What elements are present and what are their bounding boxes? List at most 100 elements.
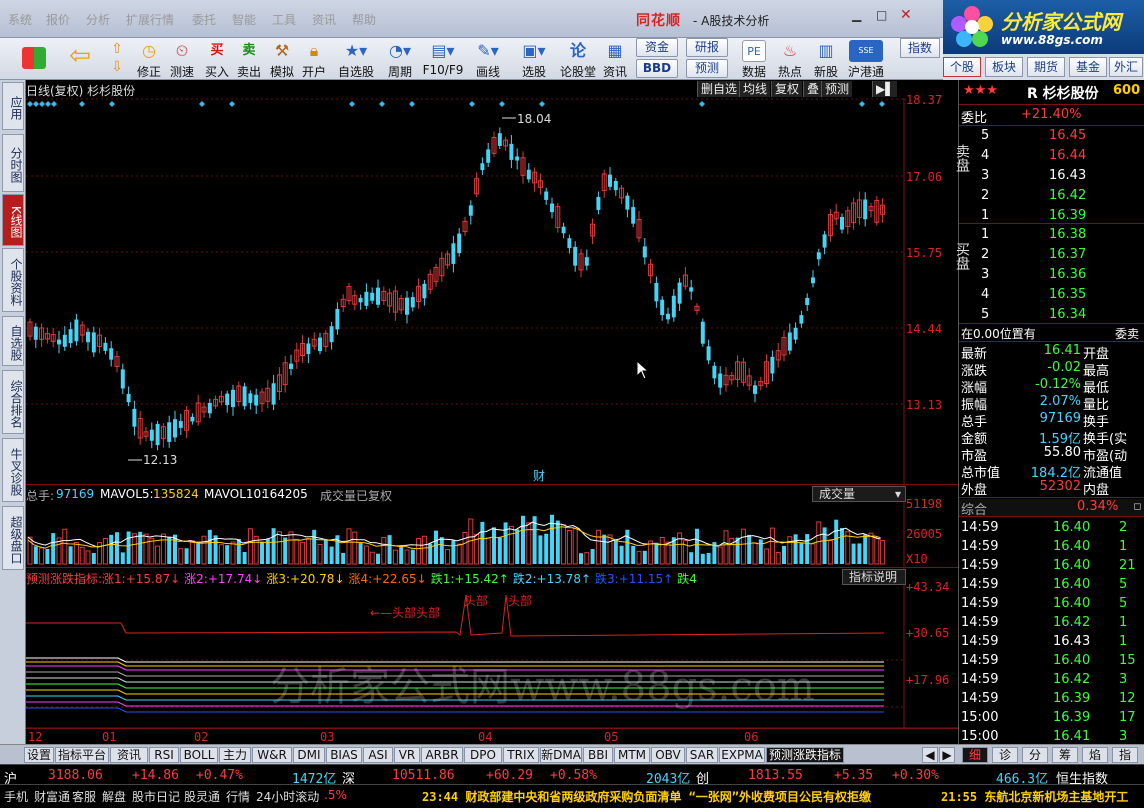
draw-button[interactable]: ✎▾ 画线 bbox=[468, 39, 508, 79]
indicator-tab-14[interactable]: TRIX bbox=[503, 747, 539, 763]
buy-level-4[interactable]: 4 16.35 bbox=[959, 287, 1144, 306]
sell-level-3[interactable]: 3 16.43 bbox=[959, 168, 1144, 187]
stock-picker-button[interactable]: ▣▾ 选股 bbox=[512, 39, 556, 79]
forex-tab[interactable]: 外汇 bbox=[1109, 57, 1143, 77]
sell-level-5[interactable]: 5 16.45 bbox=[959, 128, 1144, 147]
status-link-4[interactable]: 解盘 bbox=[102, 788, 126, 805]
indicator-tab-20[interactable]: EXPMA bbox=[719, 747, 765, 763]
volume-dropdown[interactable]: 成交量 ▾ bbox=[812, 486, 906, 502]
menu-info[interactable]: 资讯 bbox=[312, 11, 336, 28]
sidebar-tab-profile[interactable]: 个股资料 bbox=[2, 248, 24, 312]
new-stock-button[interactable]: ▥ 新股 bbox=[810, 39, 842, 79]
open-account-button[interactable]: 🔒︎ 开户 bbox=[298, 39, 330, 79]
menu-system[interactable]: 系统 bbox=[8, 11, 32, 28]
buy-level-1[interactable]: 1 16.38 bbox=[959, 227, 1144, 246]
minimize-icon[interactable]: ▁ bbox=[852, 8, 861, 22]
buy-button[interactable]: 买买入 bbox=[202, 39, 232, 79]
stock-tab[interactable]: 个股 bbox=[943, 57, 981, 77]
news-ticker-1[interactable]: 23:44 财政部建中央和省两级政府采购负面清单 “一张网”外收费项目公民有权拒… bbox=[422, 788, 871, 805]
hk-connect-button[interactable]: SSE HKE 沪港通 bbox=[846, 39, 886, 79]
indicator-tab-8[interactable]: DMI bbox=[293, 747, 325, 763]
indicator-tab-11[interactable]: VR bbox=[394, 747, 420, 763]
panel-tab-2[interactable]: 诊 bbox=[992, 747, 1018, 763]
indicator-tab-2[interactable]: 指标平台 bbox=[55, 747, 109, 763]
indicator-tab-6[interactable]: 主力 bbox=[219, 747, 251, 763]
sidebar-tab-intraday[interactable]: 分时图 bbox=[2, 134, 24, 192]
menu-trade[interactable]: 委托 bbox=[192, 11, 216, 28]
indicator-tab-3[interactable]: 资讯 bbox=[110, 747, 148, 763]
news-ticker-2[interactable]: 21:55 东航北京新机场主基地开工 bbox=[941, 788, 1129, 805]
sector-tab[interactable]: 板块 bbox=[985, 57, 1023, 77]
menu-tools[interactable]: 工具 bbox=[272, 11, 296, 28]
sell-button[interactable]: 卖卖出 bbox=[234, 39, 264, 79]
indicator-tab-21[interactable]: 预测涨跌指标 bbox=[766, 747, 844, 763]
watchlist-button[interactable]: ★▾ 自选股 bbox=[334, 39, 378, 79]
panel-tab-4[interactable]: 筹 bbox=[1052, 747, 1078, 763]
forecast-button[interactable]: 预测 bbox=[686, 59, 728, 78]
ad-banner[interactable]: 分析家公式网 www.88gs.com bbox=[943, 0, 1144, 54]
menu-quote[interactable]: 报价 bbox=[46, 11, 70, 28]
indicator-tab-17[interactable]: MTM bbox=[614, 747, 650, 763]
maximize-icon[interactable]: □ bbox=[876, 8, 887, 22]
indicator-tab-13[interactable]: DPO bbox=[464, 747, 502, 763]
panel-tab-1[interactable]: 细 bbox=[962, 747, 988, 763]
indicator-help-dropdown[interactable]: 指标说明 bbox=[842, 569, 906, 585]
index-button[interactable]: 指数 bbox=[900, 38, 940, 58]
indicator-tab-18[interactable]: OBV bbox=[651, 747, 685, 763]
buy-level-2[interactable]: 2 16.37 bbox=[959, 247, 1144, 266]
sell-level-1[interactable]: 1 16.39 bbox=[959, 208, 1144, 227]
sell-level-2[interactable]: 2 16.42 bbox=[959, 188, 1144, 207]
kline-chart[interactable] bbox=[26, 80, 958, 744]
f10-button[interactable]: ▤▾ F10/F9 bbox=[422, 39, 464, 79]
speed-test-button[interactable]: ⏲ 测速 bbox=[166, 39, 198, 79]
status-link-8[interactable]: 24小时滚动 bbox=[256, 788, 319, 805]
status-link-9[interactable]: .5% bbox=[324, 788, 347, 802]
indicator-tab-7[interactable]: W&R bbox=[252, 747, 292, 763]
buy-level-3[interactable]: 3 16.36 bbox=[959, 267, 1144, 286]
up-down-button[interactable]: ⇧ ⇩ bbox=[104, 39, 130, 79]
indicator-tab-12[interactable]: ARBR bbox=[421, 747, 463, 763]
panel-tab-3[interactable]: 分 bbox=[1022, 747, 1048, 763]
status-link-6[interactable]: 股灵通 bbox=[184, 788, 220, 805]
menu-analysis[interactable]: 分析 bbox=[86, 11, 110, 28]
sidebar-tab-ranking[interactable]: 综合排名 bbox=[2, 370, 24, 434]
close-icon[interactable]: ✕ bbox=[900, 7, 912, 23]
panel-tab-6[interactable]: 指 bbox=[1112, 747, 1138, 763]
futures-tab[interactable]: 期货 bbox=[1027, 57, 1065, 77]
forum-button[interactable]: 论论股堂 bbox=[558, 39, 598, 79]
news-button[interactable]: ▦ 资讯 bbox=[600, 39, 630, 79]
finance-marker[interactable]: 财 bbox=[533, 467, 545, 484]
indicator-tab-4[interactable]: RSI bbox=[149, 747, 179, 763]
status-link-7[interactable]: 行情 bbox=[226, 788, 250, 805]
bbd-button[interactable]: BBD bbox=[636, 59, 678, 78]
hotspot-button[interactable]: ♨ 热点 bbox=[774, 39, 806, 79]
status-link-5[interactable]: 股市日记 bbox=[132, 788, 180, 805]
status-link-2[interactable]: 财富通 bbox=[34, 788, 70, 805]
indicator-tab-10[interactable]: ASI bbox=[363, 747, 393, 763]
revise-button[interactable]: ◷ 修正 bbox=[134, 39, 164, 79]
simulate-button[interactable]: ⚒ 模拟 bbox=[266, 39, 298, 79]
menu-smart[interactable]: 智能 bbox=[232, 11, 256, 28]
status-link-3[interactable]: 客服 bbox=[72, 788, 96, 805]
tab-scroll-right-icon[interactable]: ▶ bbox=[939, 747, 955, 763]
panel-tab-5[interactable]: 焰 bbox=[1082, 747, 1108, 763]
research-button[interactable]: 研报 bbox=[686, 38, 728, 57]
tab-scroll-left-icon[interactable]: ◀ bbox=[922, 747, 938, 763]
sell-level-4[interactable]: 4 16.44 bbox=[959, 148, 1144, 167]
fund-button[interactable]: 资金 bbox=[636, 38, 678, 57]
indicator-tab-16[interactable]: BBI bbox=[583, 747, 613, 763]
indicator-tab-15[interactable]: 新DMA bbox=[540, 747, 582, 763]
menu-extended[interactable]: 扩展行情 bbox=[126, 11, 174, 28]
indicator-tab-5[interactable]: BOLL bbox=[180, 747, 218, 763]
sidebar-tab-level2[interactable]: 超级盘口 bbox=[2, 506, 24, 570]
status-link-1[interactable]: 手机 bbox=[4, 788, 28, 805]
summary-more-icon[interactable]: ▫ bbox=[1133, 499, 1142, 514]
indicator-tab-1[interactable]: 设置 bbox=[24, 747, 54, 763]
sidebar-tab-watchlist[interactable]: 自选股 bbox=[2, 316, 24, 366]
data-button[interactable]: PE 数据 bbox=[738, 39, 770, 79]
period-button[interactable]: ◔▾ 周期 bbox=[380, 39, 420, 79]
sidebar-tab-kline[interactable]: K线图 bbox=[2, 194, 24, 246]
indicator-tab-19[interactable]: SAR bbox=[686, 747, 718, 763]
sidebar-tab-diagnose[interactable]: 牛叉诊股 bbox=[2, 438, 24, 502]
indicator-tab-9[interactable]: BIAS bbox=[326, 747, 362, 763]
